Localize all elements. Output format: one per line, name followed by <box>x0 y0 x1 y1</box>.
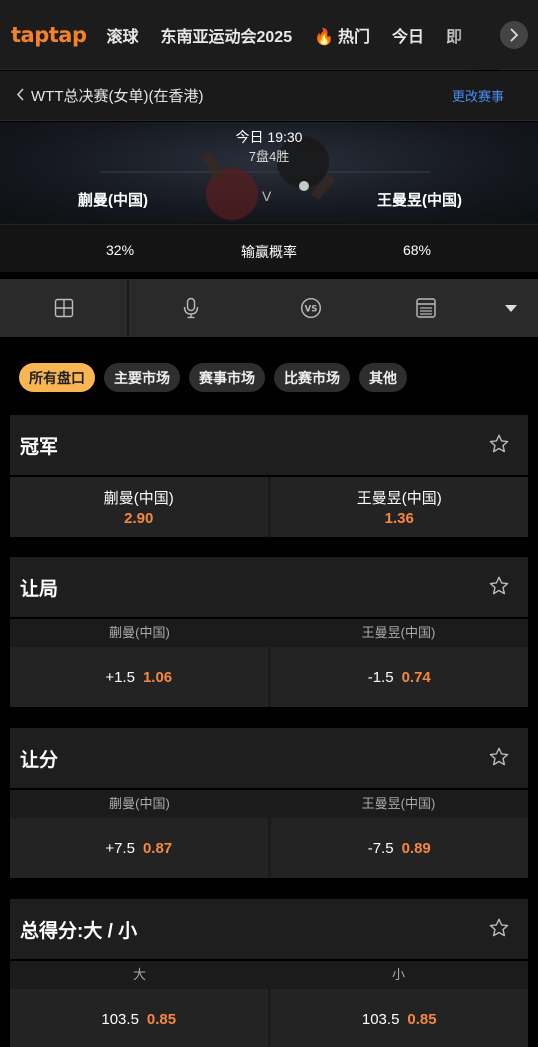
match-format: 7盘4胜 <box>248 149 290 164</box>
svg-text:VS: VS <box>304 305 317 315</box>
win-probability-label: 输赢概率 <box>241 244 297 260</box>
away-player: 王曼昱(中国) <box>377 192 462 209</box>
odds-row: 蒯曼(中国) 2.90 王曼昱(中国) 1.36 <box>10 477 528 537</box>
total-line: 103.5 <box>361 1010 400 1028</box>
column-labels: 蒯曼(中国) 王曼昱(中国) <box>10 790 528 818</box>
back-chevron-icon[interactable] <box>16 87 25 104</box>
favorite-star-icon[interactable] <box>488 575 510 597</box>
favorite-star-icon[interactable] <box>488 433 510 455</box>
odds-button-home[interactable]: 蒯曼(中国) 2.90 <box>10 477 268 537</box>
match-header: 今日 19:30 7盘4胜 蒯曼(中国) V 王曼昱(中国) 32% 输赢概率 … <box>0 122 538 272</box>
market-total-points: 总得分:大 / 小 大 小 103.5 0.85 103.5 0.85 <box>10 899 528 1047</box>
odds-button-away[interactable]: 王曼昱(中国) 1.36 <box>270 477 528 537</box>
layout-grid-icon <box>54 298 73 318</box>
chip-event-markets[interactable]: 赛事市场 <box>189 363 265 392</box>
market-title: 冠军 <box>20 436 59 458</box>
flame-icon: 🔥 <box>314 28 335 46</box>
selection-name: 蒯曼(中国) <box>103 490 174 507</box>
nav-item-hot-label: 热门 <box>338 28 371 46</box>
total-line: 103.5 <box>101 1010 139 1028</box>
odds-price: 2.90 <box>124 510 154 527</box>
selection-name: 王曼昱(中国) <box>356 490 442 507</box>
odds-button-home[interactable]: +7.5 0.87 <box>10 818 268 878</box>
odds-price: 0.85 <box>146 1010 177 1028</box>
market-header: 冠军 <box>10 415 528 475</box>
change-event-link[interactable]: 更改赛事 <box>452 86 504 105</box>
odds-price: 1.36 <box>384 510 414 527</box>
market-title: 让局 <box>20 578 59 600</box>
market-point-handicap: 让分 蒯曼(中国) 王曼昱(中国) +7.5 0.87 -7.5 0.89 <box>10 728 528 878</box>
layout-grid-button[interactable] <box>0 279 127 337</box>
competition-title[interactable]: WTT总决赛(女单)(在香港) <box>31 85 203 106</box>
nav-item-live[interactable]: 滚球 <box>106 23 138 47</box>
head-to-head-button[interactable]: VS <box>253 279 368 337</box>
nav-fade <box>440 0 500 70</box>
nav-item-today[interactable]: 今日 <box>392 23 424 47</box>
home-column-label: 蒯曼(中国) <box>109 625 170 640</box>
versus-icon: VS <box>300 297 321 319</box>
market-header: 让局 <box>10 557 528 617</box>
market-title: 总得分:大 / 小 <box>20 920 138 942</box>
match-toolbar: VS <box>0 279 538 337</box>
odds-price: 0.89 <box>401 839 431 857</box>
odds-button-under[interactable]: 103.5 0.85 <box>270 989 528 1047</box>
toolbar-expand-button[interactable] <box>483 279 538 337</box>
taptap-logo[interactable]: taptap <box>11 23 87 47</box>
market-filter-chips: 所有盘口 主要市场 赛事市场 比赛市场 其他 <box>19 363 416 392</box>
under-column-label: 小 <box>391 967 405 982</box>
away-column-label: 王曼昱(中国) <box>361 625 436 640</box>
handicap-line: -1.5 <box>367 668 394 686</box>
home-player: 蒯曼(中国) <box>78 192 148 209</box>
odds-price: 0.87 <box>142 839 173 857</box>
odds-price: 0.74 <box>401 668 431 686</box>
chip-main-markets[interactable]: 主要市场 <box>104 363 180 392</box>
nav-item-sea-games[interactable]: 东南亚运动会2025 <box>161 23 293 47</box>
chip-match-markets[interactable]: 比赛市场 <box>274 363 350 392</box>
favorite-star-icon[interactable] <box>488 746 510 768</box>
odds-row: +1.5 1.06 -1.5 0.74 <box>10 647 528 707</box>
away-column-label: 王曼昱(中国) <box>361 796 436 811</box>
market-header: 总得分:大 / 小 <box>10 899 528 959</box>
nav-scroll-right-button[interactable] <box>500 21 528 49</box>
market-game-handicap: 让局 蒯曼(中国) 王曼昱(中国) +1.5 1.06 -1.5 0.74 <box>10 557 528 707</box>
odds-button-away[interactable]: -7.5 0.89 <box>270 818 528 878</box>
market-header: 让分 <box>10 728 528 788</box>
microphone-icon <box>183 297 199 319</box>
favorite-star-icon[interactable] <box>488 917 510 939</box>
win-probability-row: 32% 输赢概率 68% <box>0 224 538 272</box>
breadcrumb: WTT总决赛(女单)(在香港) 更改赛事 <box>0 71 538 121</box>
handicap-line: -7.5 <box>367 839 394 857</box>
odds-button-home[interactable]: +1.5 1.06 <box>10 647 268 707</box>
odds-button-away[interactable]: -1.5 0.74 <box>270 647 528 707</box>
away-win-probability: 68% <box>402 242 431 258</box>
handicap-line: +1.5 <box>105 668 135 686</box>
handicap-line: +7.5 <box>105 839 135 857</box>
odds-row: 103.5 0.85 103.5 0.85 <box>10 989 528 1047</box>
versus-label: V <box>262 188 272 204</box>
market-winner: 冠军 蒯曼(中国) 2.90 王曼昱(中国) 1.36 <box>10 415 528 537</box>
column-labels: 蒯曼(中国) 王曼昱(中国) <box>10 619 528 647</box>
scoreboard-button[interactable] <box>368 279 483 337</box>
chip-all-markets[interactable]: 所有盘口 <box>19 363 95 392</box>
chevron-right-icon <box>510 28 519 42</box>
dropdown-caret-icon <box>504 305 517 312</box>
home-column-label: 蒯曼(中国) <box>109 796 170 811</box>
column-labels: 大 小 <box>10 961 528 989</box>
market-title: 让分 <box>20 749 59 771</box>
nav-item-hot[interactable]: 🔥 热门 <box>314 23 370 47</box>
top-nav: taptap 滚球 东南亚运动会2025 🔥热门 今日 即 <box>0 0 538 70</box>
scoreboard-icon <box>415 298 436 318</box>
commentary-button[interactable] <box>127 279 253 337</box>
odds-price: 0.85 <box>407 1010 437 1028</box>
chip-other[interactable]: 其他 <box>359 363 407 392</box>
odds-price: 1.06 <box>142 668 173 686</box>
odds-button-over[interactable]: 103.5 0.85 <box>10 989 268 1047</box>
odds-row: +7.5 0.87 -7.5 0.89 <box>10 818 528 878</box>
match-time: 今日 19:30 <box>235 129 303 145</box>
over-column-label: 大 <box>132 967 146 982</box>
